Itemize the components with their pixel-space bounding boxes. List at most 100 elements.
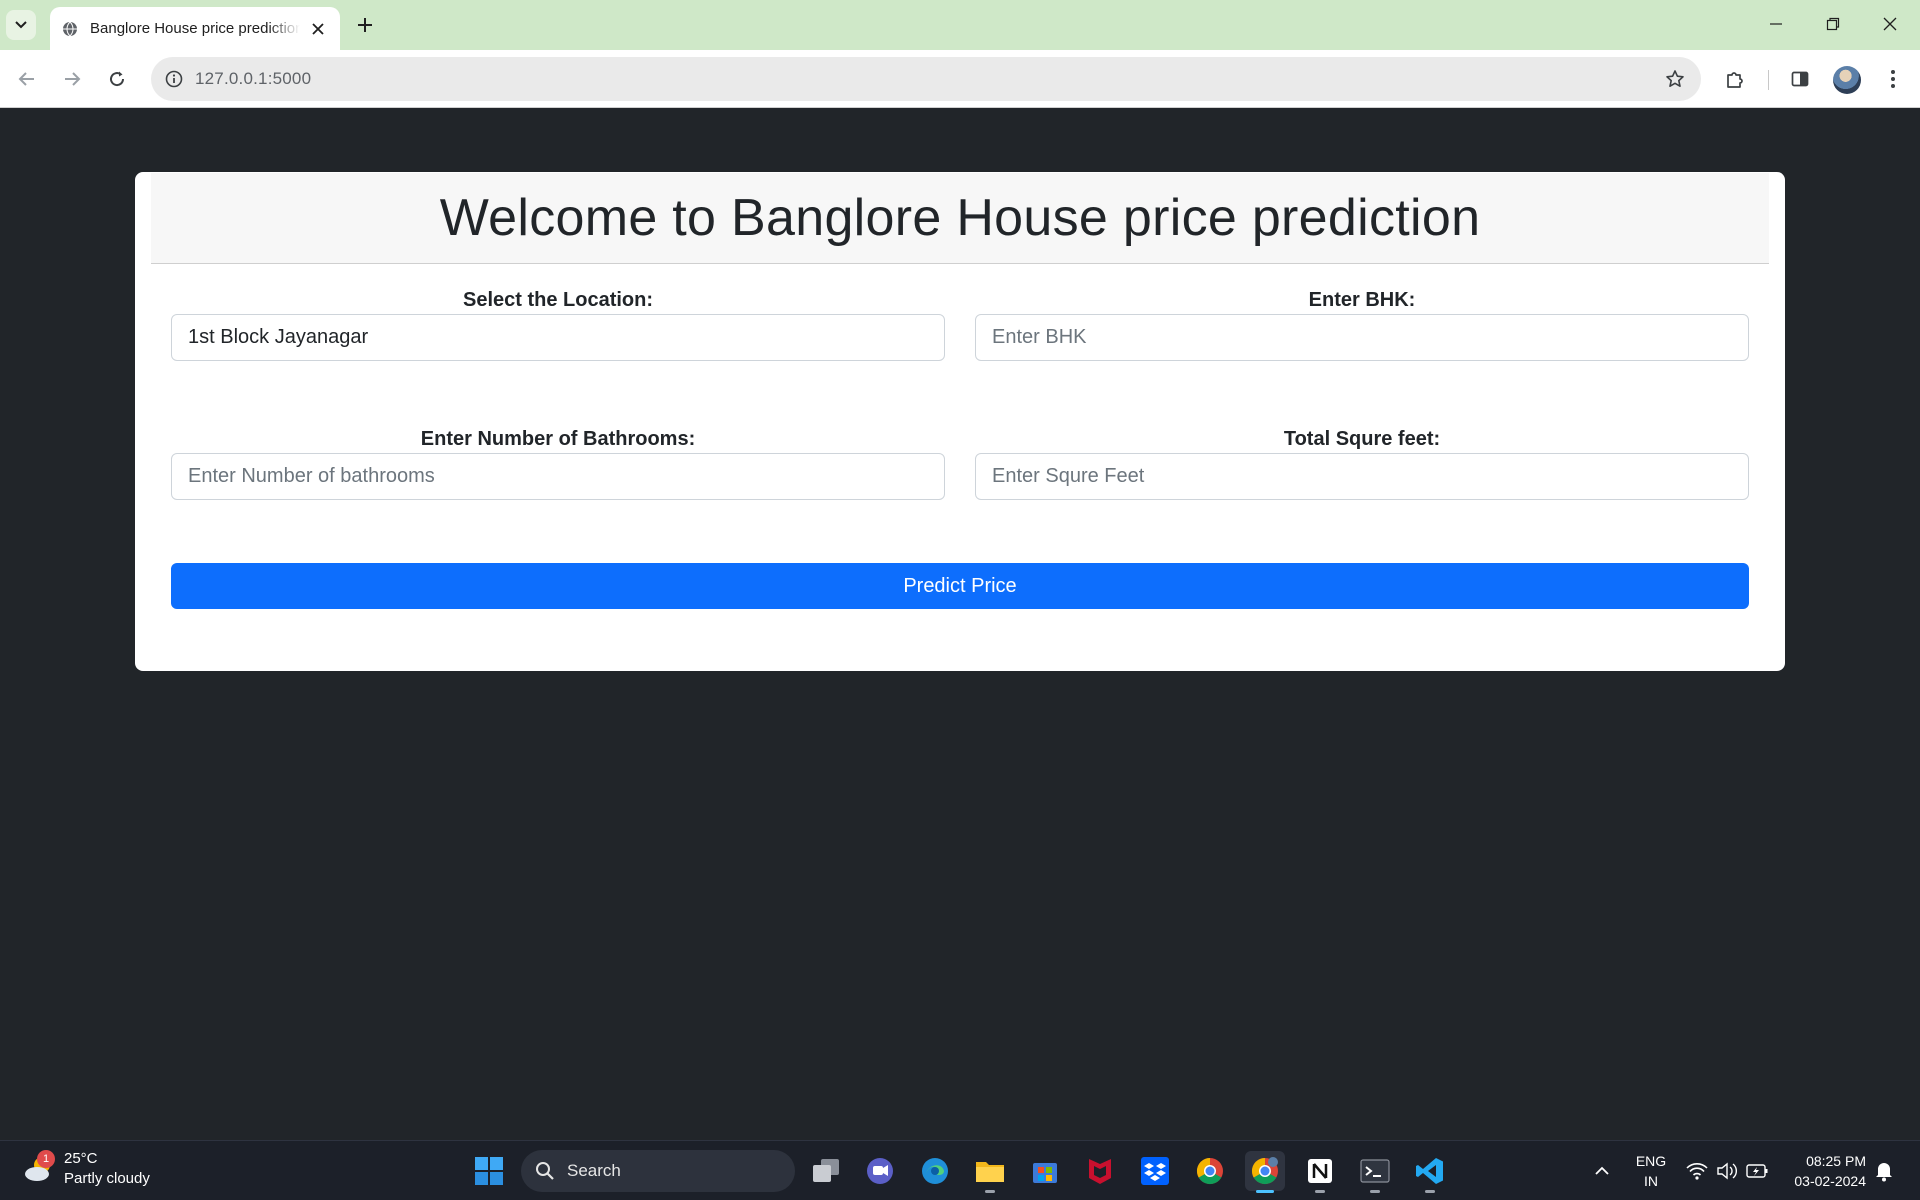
terminal-icon [1360, 1159, 1390, 1183]
active-indicator [1256, 1190, 1274, 1193]
running-indicator [1370, 1190, 1380, 1193]
task-view-button[interactable] [806, 1151, 846, 1191]
chevron-up-icon [1595, 1166, 1609, 1175]
clock-date: 03-02-2024 [1794, 1173, 1866, 1189]
minimize-button[interactable] [1756, 8, 1796, 40]
star-icon [1666, 70, 1684, 87]
language-indicator[interactable]: ENG IN [1628, 1151, 1674, 1191]
bhk-label: Enter BHK: [1308, 289, 1416, 311]
card-header: Welcome to Banglore House price predicti… [151, 173, 1769, 264]
chat-icon [867, 1158, 893, 1184]
toolbar-divider [1768, 70, 1769, 90]
start-button[interactable] [469, 1151, 509, 1191]
chrome-icon [1251, 1157, 1278, 1185]
running-indicator [1425, 1190, 1435, 1193]
location-selected-value: 1st Block Jayanagar [188, 326, 369, 348]
browser-toolbar: 127.0.0.1:5000 [0, 50, 1920, 108]
vscode-icon [1416, 1158, 1443, 1184]
mcafee-button[interactable] [1080, 1151, 1120, 1191]
notification-bell-icon[interactable] [1874, 1160, 1894, 1182]
restore-button[interactable] [1813, 8, 1853, 40]
notion-icon [1308, 1159, 1332, 1183]
dropbox-button[interactable] [1135, 1151, 1175, 1191]
chrome-profile-button[interactable] [1245, 1151, 1285, 1193]
weather-text: 25°C Partly cloudy [64, 1149, 150, 1189]
running-indicator [985, 1190, 995, 1193]
weather-widget[interactable]: 1 25°C Partly cloudy [22, 1149, 150, 1189]
info-icon[interactable] [165, 70, 183, 88]
browser-tab-bar: Banglore House price prediction [0, 0, 1920, 50]
volume-icon[interactable] [1716, 1161, 1738, 1181]
teams-chat-button[interactable] [860, 1151, 900, 1191]
restore-icon [1826, 17, 1840, 31]
new-tab-button[interactable] [350, 10, 380, 40]
bhk-input[interactable] [975, 314, 1749, 361]
sqft-label: Total Squre feet: [1283, 428, 1441, 450]
location-label: Select the Location: [462, 289, 654, 311]
microsoft-store-button[interactable] [1025, 1151, 1065, 1191]
extensions-button[interactable] [1718, 62, 1752, 96]
close-window-button[interactable] [1870, 8, 1910, 40]
tab-close-button[interactable] [308, 19, 328, 39]
search-label: Search [567, 1161, 621, 1180]
menu-button[interactable] [1876, 62, 1910, 96]
prediction-form-card: Welcome to Banglore House price predicti… [135, 172, 1785, 671]
battery-icon[interactable] [1746, 1162, 1768, 1180]
edge-icon [922, 1158, 948, 1184]
task-view-icon [813, 1159, 839, 1182]
back-button[interactable] [10, 62, 44, 96]
location-select[interactable]: 1st Block Jayanagar [171, 314, 945, 361]
clock[interactable]: 08:25 PM 03-02-2024 [1780, 1151, 1866, 1191]
store-icon [1033, 1163, 1057, 1183]
language-line1: ENG [1635, 1153, 1667, 1169]
arrow-left-icon [18, 72, 34, 86]
sqft-input[interactable] [975, 453, 1749, 500]
file-explorer-button[interactable] [970, 1151, 1010, 1193]
bookmark-button[interactable] [1663, 67, 1687, 91]
taskbar-search[interactable]: Search [521, 1150, 795, 1192]
language-line2: IN [1644, 1173, 1658, 1189]
dropbox-icon [1141, 1157, 1169, 1185]
vscode-button[interactable] [1410, 1151, 1450, 1193]
weather-badge: 1 [37, 1150, 55, 1168]
reload-icon [110, 71, 125, 87]
close-icon [312, 22, 324, 35]
bathrooms-label: Enter Number of Bathrooms: [420, 428, 696, 450]
predict-price-button[interactable]: Predict Price [171, 563, 1749, 609]
reload-button[interactable] [100, 62, 134, 96]
page-title: Welcome to Banglore House price predicti… [439, 189, 1481, 247]
bathrooms-input[interactable] [171, 453, 945, 500]
puzzle-icon [1727, 72, 1743, 88]
chrome-icon [1196, 1157, 1223, 1185]
terminal-button[interactable] [1355, 1151, 1395, 1193]
folder-icon [976, 1162, 1004, 1182]
show-hidden-icons-button[interactable] [1582, 1151, 1622, 1191]
side-panel-icon [1791, 71, 1809, 87]
running-indicator [1315, 1190, 1325, 1193]
temperature: 25°C [64, 1150, 98, 1167]
windows-taskbar: 1 25°C Partly cloudy Search ENG IN 08:25… [0, 1140, 1920, 1200]
chevron-down-icon [15, 21, 27, 29]
weather-condition: Partly cloudy [64, 1170, 150, 1187]
tab-title: Banglore House price prediction [90, 20, 300, 37]
edge-button[interactable] [915, 1151, 955, 1191]
shield-icon [1089, 1159, 1111, 1184]
wifi-icon[interactable] [1686, 1161, 1708, 1181]
address-bar[interactable]: 127.0.0.1:5000 [151, 57, 1701, 101]
arrow-right-icon [65, 72, 81, 86]
url-text[interactable]: 127.0.0.1:5000 [195, 69, 311, 89]
windows-logo-icon [475, 1157, 503, 1185]
tab-search-button[interactable] [6, 10, 36, 40]
profile-avatar[interactable] [1833, 66, 1861, 94]
more-vertical-icon [1891, 70, 1895, 88]
side-panel-button[interactable] [1783, 62, 1817, 96]
clock-time: 08:25 PM [1806, 1153, 1866, 1169]
forward-button[interactable] [55, 62, 89, 96]
plus-icon [358, 18, 372, 32]
minimize-icon [1770, 23, 1782, 25]
chrome-button[interactable] [1190, 1151, 1230, 1191]
notion-button[interactable] [1300, 1151, 1340, 1193]
globe-icon [63, 21, 77, 36]
close-icon [1883, 17, 1897, 31]
browser-tab[interactable]: Banglore House price prediction [50, 7, 340, 50]
